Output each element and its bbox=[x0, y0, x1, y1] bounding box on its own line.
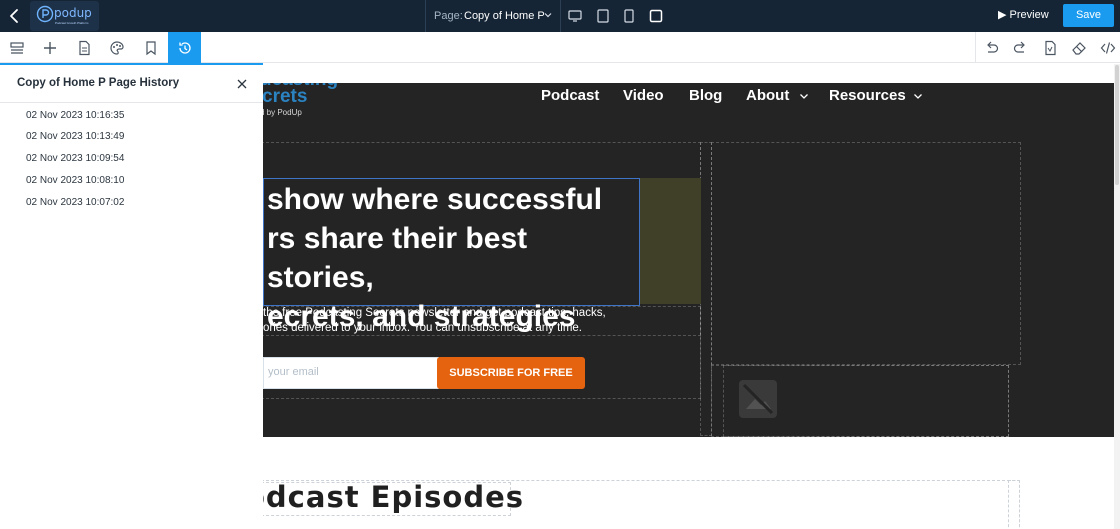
podup-logo-icon bbox=[36, 5, 54, 23]
page-selector-value: Copy of Home P bbox=[464, 10, 545, 22]
hero-subtext-line2: ories delivered to your inbox. You can u… bbox=[263, 322, 582, 334]
nav-video[interactable]: Video bbox=[623, 87, 664, 104]
theme-button[interactable] bbox=[100, 32, 133, 63]
add-icon bbox=[43, 41, 56, 54]
pages-button[interactable] bbox=[67, 32, 100, 63]
page-history-panel: Copy of Home P Page History 02 Nov 2023 … bbox=[0, 63, 263, 529]
redo-icon bbox=[1013, 41, 1025, 53]
hero-headline-line1: show where successful bbox=[267, 183, 603, 216]
back-icon[interactable] bbox=[6, 7, 24, 25]
podup-logo[interactable]: podup Podcast Growth Platform bbox=[30, 1, 99, 31]
email-input[interactable]: your email bbox=[263, 357, 439, 389]
episodes-side-guide bbox=[1008, 480, 1020, 529]
mobile-icon[interactable] bbox=[648, 8, 664, 24]
logo-subtext: Podcast Growth Platform bbox=[55, 21, 89, 25]
subscribe-button[interactable]: SUBSCRIBE FOR FREE bbox=[437, 357, 585, 389]
logo-text: podup bbox=[54, 6, 92, 20]
nav-about[interactable]: About bbox=[746, 87, 789, 104]
image-column-guide bbox=[711, 142, 1021, 365]
site-logo[interactable]: dcasting crets bbox=[263, 83, 419, 107]
add-element-button[interactable] bbox=[33, 32, 66, 63]
tablet-icon[interactable] bbox=[621, 8, 637, 24]
history-item[interactable]: 02 Nov 2023 10:08:10 bbox=[26, 175, 124, 186]
image-placeholder-icon bbox=[739, 380, 777, 418]
panel-divider bbox=[0, 102, 263, 103]
nav-podcast[interactable]: Podcast bbox=[541, 87, 599, 104]
save-button[interactable]: Save bbox=[1063, 4, 1114, 27]
site-logo-line2: crets bbox=[263, 86, 308, 107]
resources-chevron-down-icon bbox=[914, 94, 922, 99]
about-chevron-down-icon bbox=[800, 94, 808, 99]
history-item[interactable]: 02 Nov 2023 10:13:49 bbox=[26, 131, 124, 142]
history-button[interactable] bbox=[168, 32, 201, 63]
close-icon[interactable] bbox=[236, 78, 248, 90]
layers-icon bbox=[9, 41, 24, 54]
nav-blog[interactable]: Blog bbox=[689, 87, 722, 104]
desktop-icon[interactable] bbox=[567, 8, 583, 24]
page-selector-label: Page: bbox=[434, 10, 463, 22]
history-icon bbox=[178, 41, 191, 54]
page-canvas[interactable]: dcasting crets d by PodUp Podcast Video … bbox=[263, 63, 1120, 529]
page-icon bbox=[78, 40, 90, 55]
preview-label: Preview bbox=[1009, 9, 1049, 21]
canvas-scroll-thumb[interactable] bbox=[1115, 65, 1119, 185]
bookmark-icon bbox=[145, 40, 156, 55]
highlight-block bbox=[640, 178, 701, 304]
hero-headline-line2: rs share their best stories, bbox=[267, 222, 528, 294]
page-selector[interactable]: Page: Copy of Home P bbox=[425, 0, 561, 32]
undo-icon bbox=[987, 41, 999, 53]
history-item[interactable]: 02 Nov 2023 10:16:35 bbox=[26, 110, 124, 121]
episodes-title: odcast Episodes bbox=[263, 480, 525, 514]
preview-button[interactable]: ▶ Preview bbox=[998, 8, 1049, 21]
code-icon bbox=[1100, 41, 1115, 54]
editor-toolbar bbox=[0, 32, 1120, 63]
pdf-icon bbox=[1044, 40, 1056, 55]
headline-selection[interactable]: show where successful rs share their bes… bbox=[263, 178, 640, 333]
history-item[interactable]: 02 Nov 2023 10:07:02 bbox=[26, 197, 124, 208]
code-button[interactable] bbox=[1091, 32, 1120, 63]
chevron-down-icon bbox=[544, 13, 552, 18]
bookmarks-button[interactable] bbox=[134, 32, 167, 63]
eraser-icon bbox=[1071, 41, 1086, 55]
tablet-landscape-icon[interactable] bbox=[595, 8, 611, 24]
layers-button[interactable] bbox=[0, 32, 33, 63]
page-history-title: Copy of Home P Page History bbox=[17, 77, 180, 89]
hero-subtext: the free Podcasting Secrets newsletter a… bbox=[263, 306, 623, 336]
hero-subtext-line1: the free Podcasting Secrets newsletter a… bbox=[263, 307, 606, 319]
topbar: podup Podcast Growth Platform Page: Copy… bbox=[0, 0, 1120, 32]
hero-section[interactable]: dcasting crets d by PodUp Podcast Video … bbox=[263, 83, 1120, 437]
theme-icon bbox=[109, 40, 124, 55]
history-item[interactable]: 02 Nov 2023 10:09:54 bbox=[26, 153, 124, 164]
play-icon: ▶ bbox=[998, 9, 1007, 21]
nav-resources[interactable]: Resources bbox=[829, 87, 906, 104]
redo-button[interactable] bbox=[1003, 32, 1036, 63]
site-logo-byline: d by PodUp bbox=[263, 108, 302, 117]
